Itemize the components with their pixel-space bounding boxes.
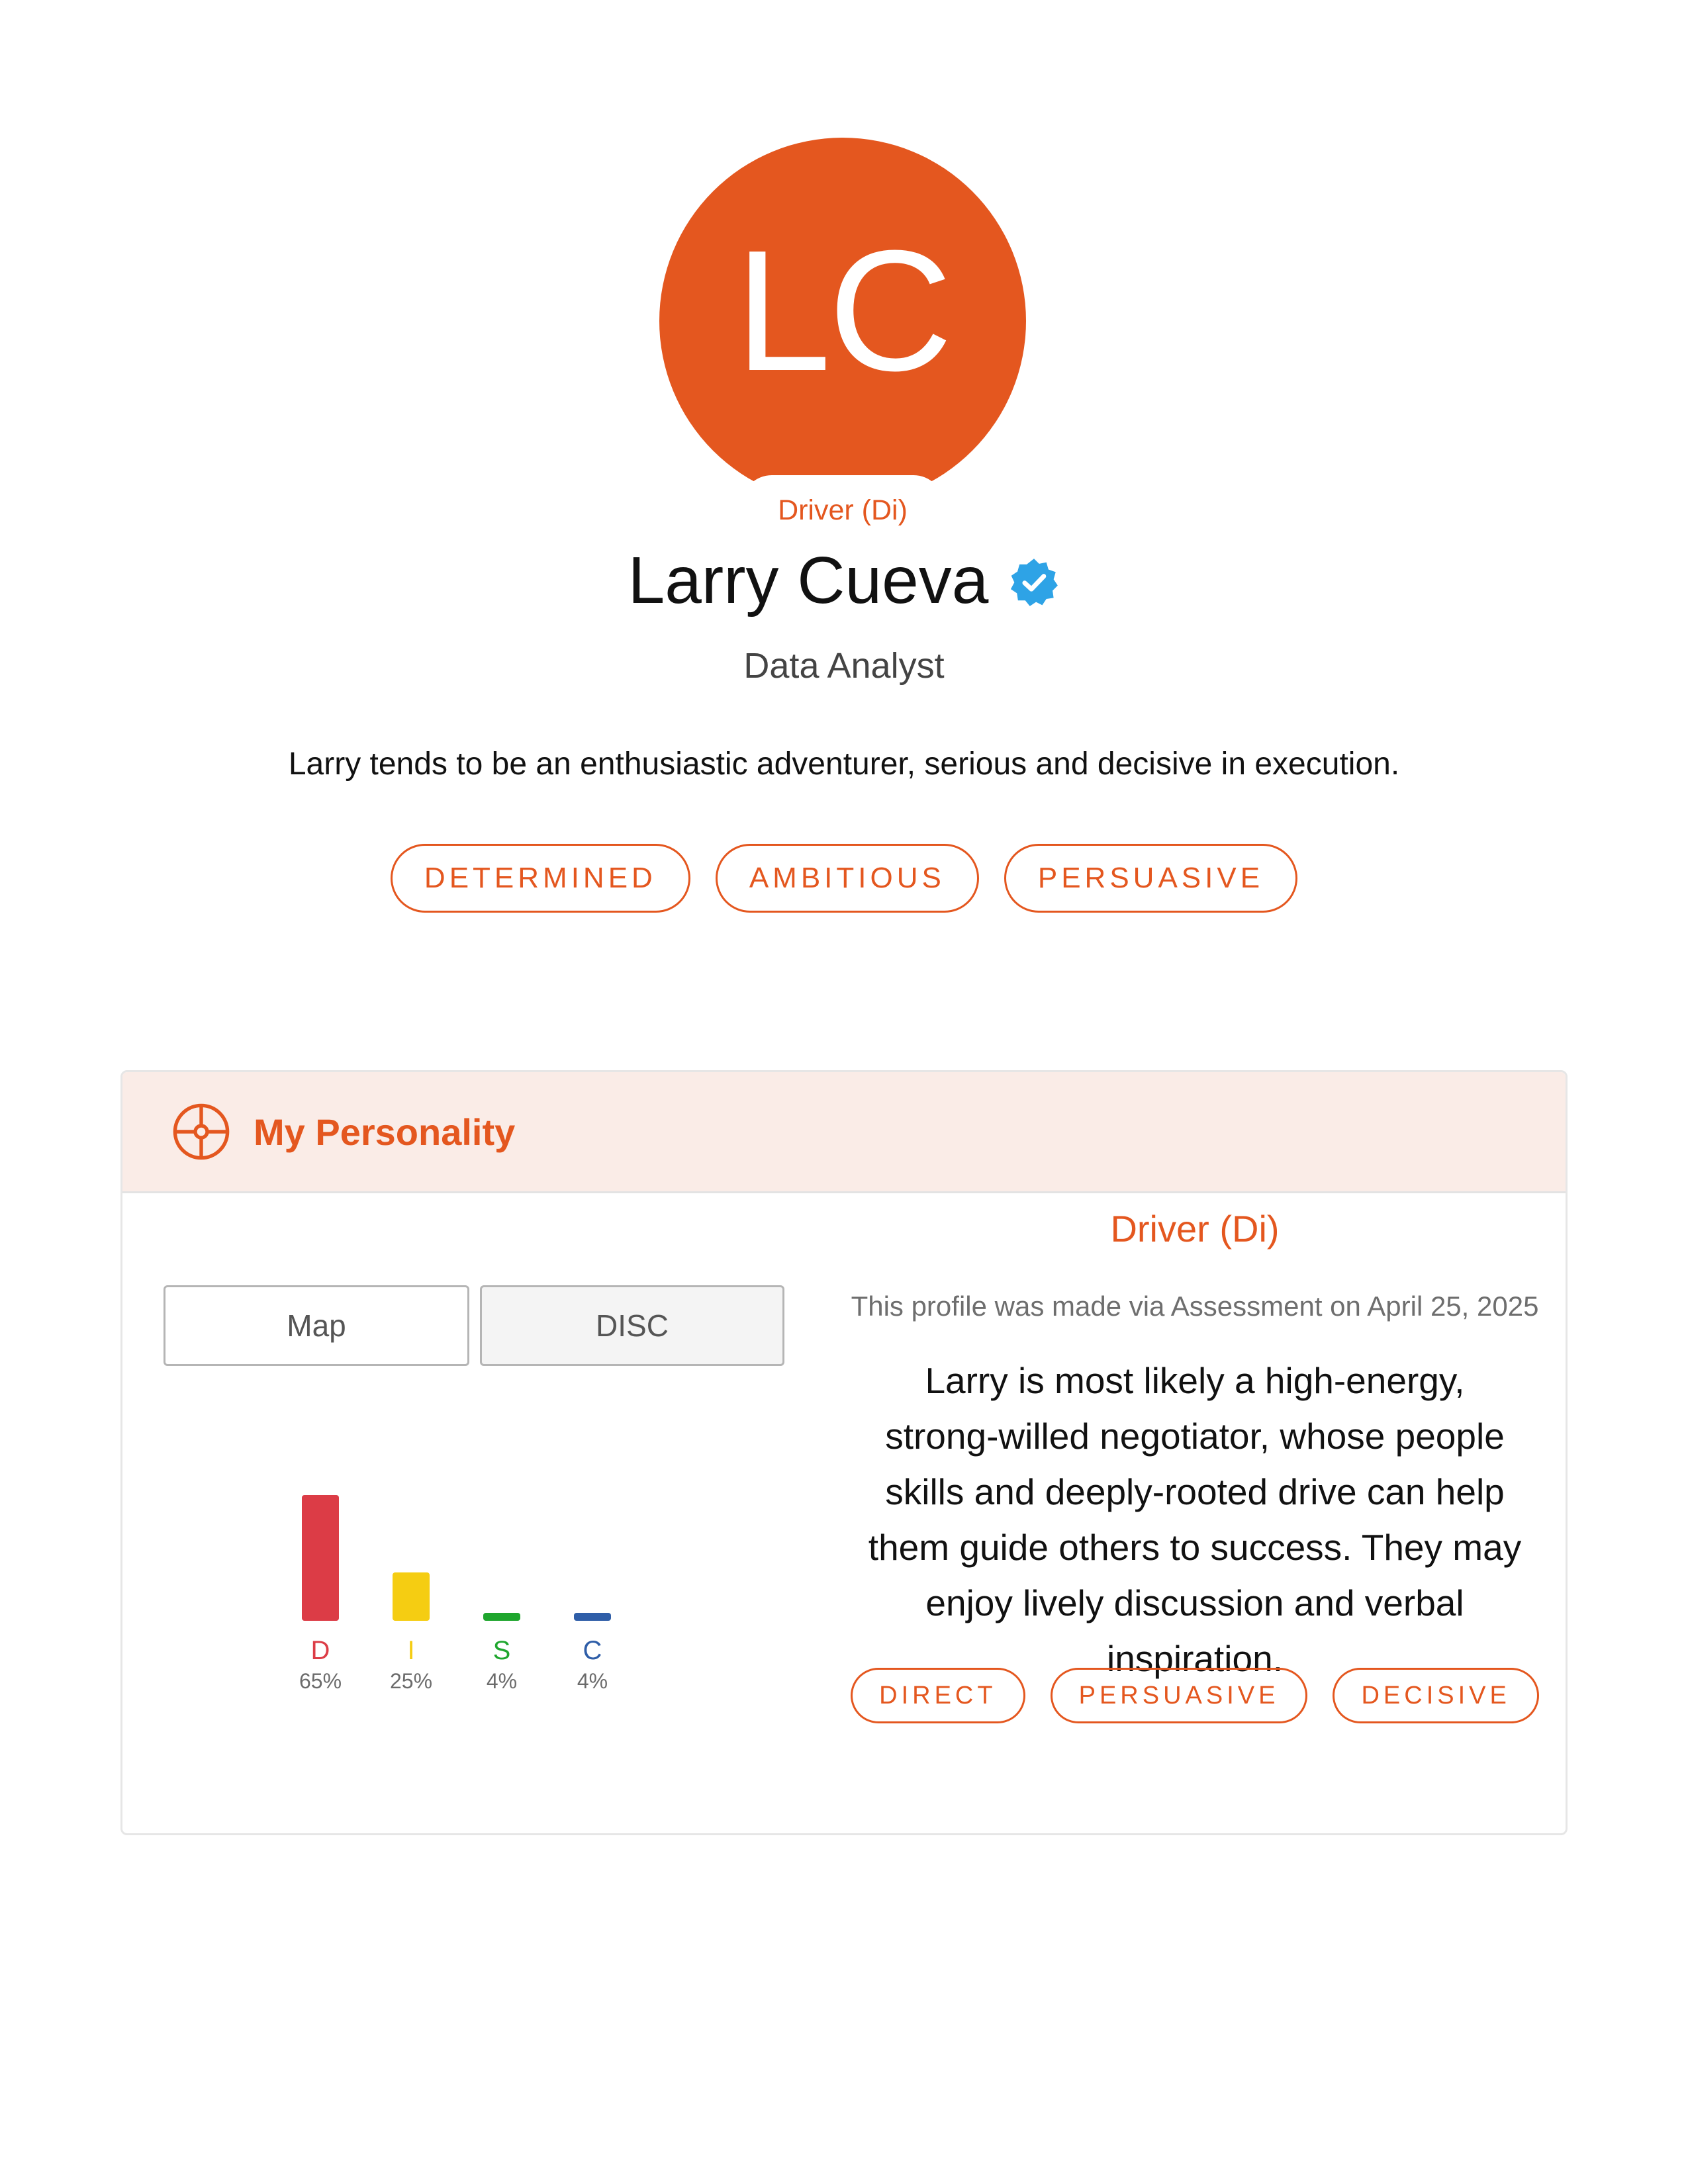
personality-card: My Personality Map DISC D 65% I 25% S 4% C 4% D… <box>120 1070 1568 1835</box>
profile-tag-direct: DIRECT <box>851 1668 1025 1723</box>
profile-description: Larry is most likely a high-energy, stro… <box>868 1360 1522 1679</box>
disc-label-i: I <box>407 1636 414 1665</box>
profile-tag-persuasive: PERSUASIVE <box>1050 1668 1308 1723</box>
disc-value-d: 65% <box>299 1669 342 1693</box>
profile-tags: DIRECT PERSUASIVE DECISIVE <box>831 1668 1559 1723</box>
disc-label-s: S <box>493 1636 511 1665</box>
profile-name: Larry Cueva <box>628 543 989 617</box>
name-row: Larry Cueva <box>0 544 1688 617</box>
trait-tag-determined: DETERMINED <box>390 844 690 913</box>
disc-label-c: C <box>583 1636 602 1665</box>
trait-tags: DETERMINED AMBITIOUS PERSUASIVE <box>0 844 1688 913</box>
disc-value-s: 4% <box>487 1669 517 1693</box>
disc-bar-chart: D 65% I 25% S 4% C 4% <box>299 1495 611 1693</box>
disc-bar-s <box>483 1613 520 1621</box>
profile-summary: Larry tends to be an enthusiastic advent… <box>288 747 1400 782</box>
trait-tag-ambitious: AMBITIOUS <box>715 844 979 913</box>
profile-tag-decisive: DECISIVE <box>1333 1668 1539 1723</box>
disc-bar-c <box>574 1613 611 1621</box>
profile-type-heading: Driver (Di) <box>1110 1208 1280 1250</box>
profile-note: This profile was made via Assessment on … <box>851 1291 1539 1322</box>
job-title: Data Analyst <box>743 646 945 686</box>
disc-value-c: 4% <box>577 1669 608 1693</box>
disc-bar-d <box>302 1495 339 1621</box>
avatar-initials: LC <box>735 215 953 407</box>
personality-type-badge: Driver (Di) <box>741 475 944 536</box>
verified-badge-icon <box>1011 559 1058 606</box>
disc-label-d: D <box>311 1636 330 1665</box>
trait-tag-persuasive: PERSUASIVE <box>1004 844 1298 913</box>
disc-value-i: 25% <box>390 1669 432 1693</box>
avatar: LC <box>659 138 1026 504</box>
disc-bar-i <box>393 1572 430 1621</box>
